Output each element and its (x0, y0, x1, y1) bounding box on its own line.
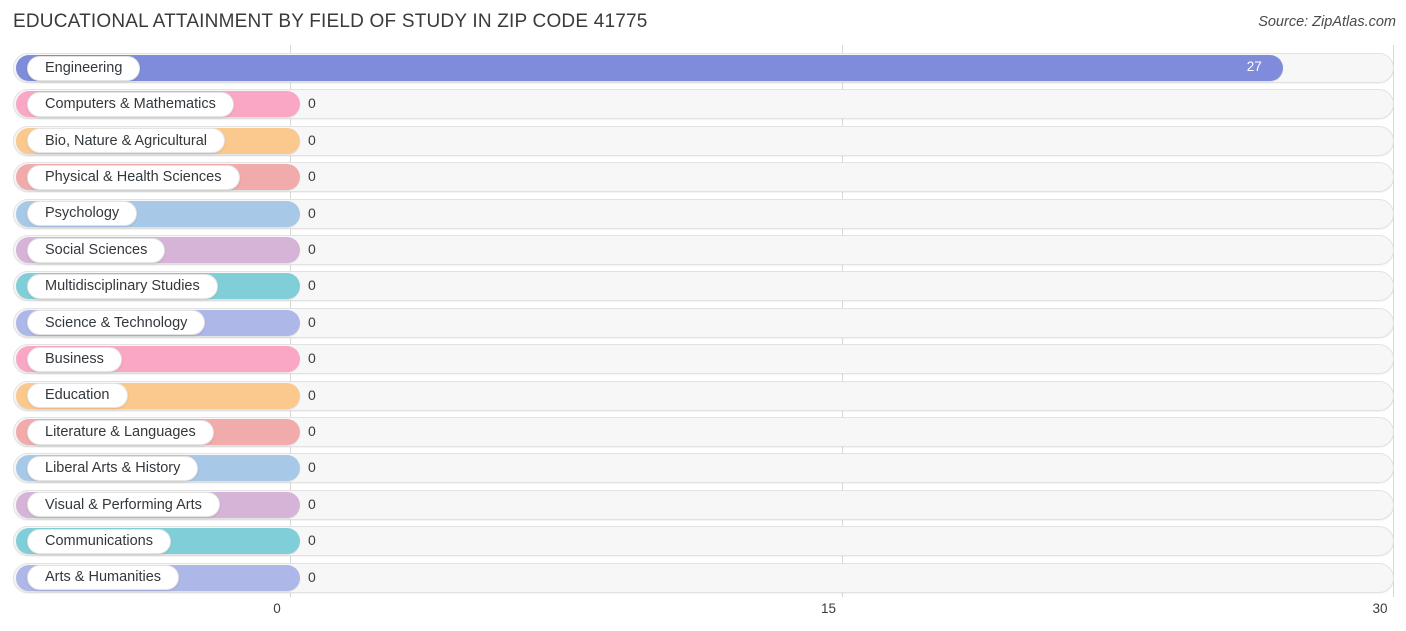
category-label-text: Business (45, 350, 104, 367)
bar-category-label: Computers & Mathematics (27, 91, 234, 117)
bar-value-label: 0 (308, 568, 316, 585)
category-label-text: Psychology (45, 205, 120, 222)
axis-tick-30: 30 (1372, 601, 1388, 616)
category-label-text: Visual & Performing Arts (45, 496, 202, 513)
bar-value-label: 0 (308, 495, 316, 512)
chart-header: EDUCATIONAL ATTAINMENT BY FIELD OF STUDY… (0, 0, 1406, 45)
category-label-text: Physical & Health Sciences (45, 168, 222, 185)
table-row: Psychology 0 (0, 196, 1406, 232)
category-label-text: Bio, Nature & Agricultural (45, 132, 207, 149)
table-row: Communications 0 (0, 523, 1406, 559)
bar-category-label: Literature & Languages (27, 419, 214, 445)
bar-category-label: Multidisciplinary Studies (27, 273, 218, 299)
bar-value-label: 0 (308, 95, 316, 112)
chart-page: EDUCATIONAL ATTAINMENT BY FIELD OF STUDY… (0, 0, 1406, 631)
bar-category-label: Physical & Health Sciences (27, 164, 240, 190)
category-label-text: Computers & Mathematics (45, 96, 216, 113)
bar-value-label: 0 (308, 459, 316, 476)
table-row: Engineering 27 (0, 50, 1406, 86)
bar-category-label: Social Sciences (27, 237, 166, 263)
table-row: Science & Technology 0 (0, 305, 1406, 341)
category-label-text: Literature & Languages (45, 423, 196, 440)
page-title: EDUCATIONAL ATTAINMENT BY FIELD OF STUDY… (13, 11, 648, 32)
bar-fill[interactable] (16, 55, 1283, 81)
bar-value-label: 0 (308, 277, 316, 294)
category-label-text: Social Sciences (45, 241, 148, 258)
bar-value-label: 0 (308, 241, 316, 257)
table-row: Bio, Nature & Agricultural 0 (0, 123, 1406, 159)
bar-value-label: 0 (308, 423, 316, 439)
plot-area: Engineering 27 Computers & Mathematics 0 Bio… (0, 45, 1406, 597)
bar-value-label: 0 (308, 204, 316, 221)
table-row: Visual & Performing Arts 0 (0, 487, 1406, 523)
table-row: Education 0 (0, 378, 1406, 414)
bar-category-label: Business (27, 346, 122, 372)
bar-category-label: Engineering (27, 55, 141, 81)
bar-value-label: 27 (1246, 59, 1262, 74)
bar-category-label: Communications (27, 528, 171, 554)
table-row: Computers & Mathematics 0 (0, 86, 1406, 122)
category-label-text: Education (45, 387, 110, 404)
category-label-text: Communications (45, 532, 153, 549)
bar-category-label: Arts & Humanities (27, 565, 180, 591)
category-label-text: Engineering (45, 59, 123, 76)
table-row: Multidisciplinary Studies 0 (0, 268, 1406, 304)
category-label-text: Multidisciplinary Studies (45, 278, 200, 295)
table-row: Literature & Languages 0 (0, 414, 1406, 450)
table-row: Social Sciences 0 (0, 232, 1406, 268)
category-label-text: Arts & Humanities (45, 569, 162, 586)
bar-value-label: 0 (308, 532, 316, 549)
bar-category-label: Education (27, 383, 128, 409)
bar-category-label: Bio, Nature & Agricultural (27, 128, 225, 154)
bar-value-label: 0 (308, 313, 316, 330)
table-row: Business 0 (0, 341, 1406, 377)
table-row: Liberal Arts & History 0 (0, 450, 1406, 486)
axis-tick-15: 15 (820, 601, 837, 616)
bar-category-label: Visual & Performing Arts (27, 492, 220, 518)
bar-value-label: 0 (308, 131, 316, 148)
axis-tick-0: 0 (273, 601, 281, 616)
bar-category-label: Psychology (27, 201, 138, 227)
category-label-text: Science & Technology (45, 314, 188, 331)
category-label-text: Liberal Arts & History (45, 460, 181, 477)
bar-category-label: Liberal Arts & History (27, 455, 199, 481)
source-attribution: Source: ZipAtlas.com (1258, 14, 1396, 30)
bar-category-label: Science & Technology (27, 310, 206, 336)
bar-value-label: 0 (308, 350, 316, 367)
table-row: Physical & Health Sciences 0 (0, 159, 1406, 195)
bar-value-label: 0 (308, 386, 316, 403)
table-row: Arts & Humanities 0 (0, 560, 1406, 596)
bar-value-label: 0 (308, 168, 316, 185)
x-axis: 0 15 30 (0, 597, 1406, 631)
